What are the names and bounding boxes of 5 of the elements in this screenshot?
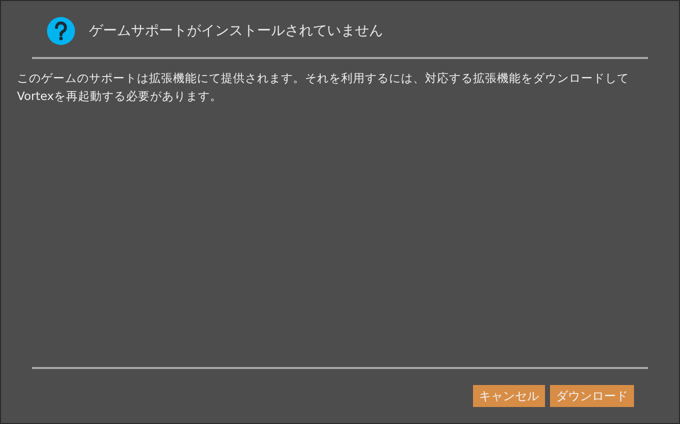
download-button[interactable]: ダウンロード xyxy=(550,385,634,407)
cancel-button[interactable]: キャンセル xyxy=(473,385,545,407)
dialog-title: ゲームサポートがインストールされていません xyxy=(89,22,383,40)
question-icon xyxy=(47,17,75,45)
message-text: このゲームのサポートは拡張機能にて提供されます。それを利用するには、対応する拡張機能をダウンロードしてVortexを再起動する必要があります。 xyxy=(16,70,630,105)
